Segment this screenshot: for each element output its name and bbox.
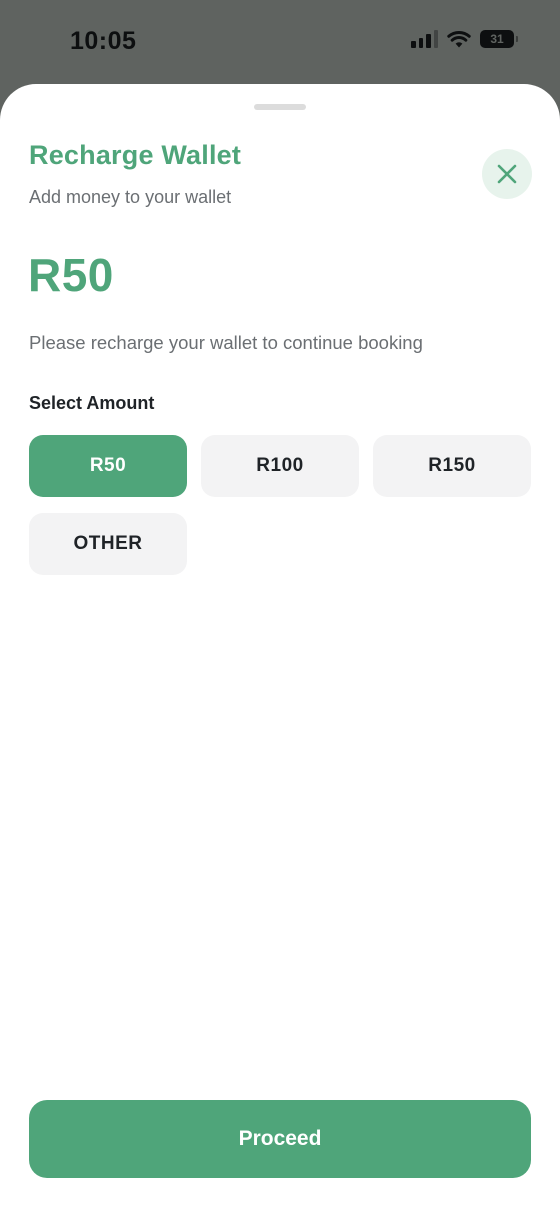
- battery-icon: 31: [480, 30, 518, 48]
- status-icons: 31: [411, 30, 518, 48]
- amount-option-label: R150: [428, 455, 476, 476]
- proceed-button-label: Proceed: [238, 1127, 322, 1150]
- recharge-note: Please recharge your wallet to continue …: [29, 332, 423, 353]
- sheet-subtitle: Add money to your wallet: [29, 187, 232, 207]
- battery-level: 31: [490, 32, 504, 46]
- status-bar: 10:05 31: [0, 0, 560, 84]
- status-time: 10:05: [70, 27, 137, 55]
- amount-option-r50[interactable]: R50: [29, 435, 187, 497]
- amount-option-r150[interactable]: R150: [373, 435, 531, 497]
- proceed-button[interactable]: Proceed: [29, 1100, 531, 1178]
- amount-option-label: R100: [256, 455, 304, 476]
- wifi-icon: [447, 31, 471, 48]
- selected-amount-display: R50: [28, 249, 114, 301]
- select-amount-label: Select Amount: [29, 393, 155, 413]
- close-button[interactable]: [482, 149, 532, 199]
- close-icon: [497, 164, 517, 184]
- amount-option-other[interactable]: OTHER: [29, 513, 187, 575]
- recharge-wallet-sheet: Recharge Wallet Add money to your wallet…: [0, 84, 560, 1214]
- cellular-signal-icon: [411, 30, 438, 48]
- amount-option-label: OTHER: [73, 533, 143, 554]
- amount-option-label: R50: [89, 455, 127, 476]
- sheet-title: Recharge Wallet: [29, 140, 242, 170]
- sheet-grabber-handle[interactable]: [254, 104, 306, 110]
- amount-option-r100[interactable]: R100: [201, 435, 359, 497]
